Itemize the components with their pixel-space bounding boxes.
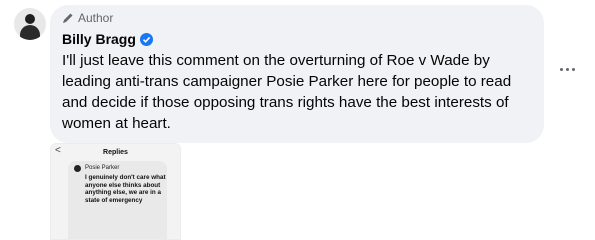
author-badge: Author [62, 11, 113, 25]
verified-badge-icon [139, 32, 153, 46]
author-badge-label: Author [78, 11, 114, 25]
reply-text: I genuinely don't care what anyone else … [85, 174, 166, 204]
reply-author: Posie Parker [85, 165, 120, 171]
pencil-icon [62, 12, 74, 24]
commenter-avatar[interactable] [14, 8, 46, 40]
reply-avatar [74, 165, 81, 172]
avatar-head [25, 14, 35, 24]
author-name[interactable]: Billy Bragg [62, 31, 136, 47]
attachment-title: Replies [103, 149, 128, 156]
avatar-body [20, 25, 40, 40]
reply-card: Posie Parker I genuinely don't care what… [68, 161, 167, 239]
comment-bubble: Author Billy Bragg I'll just leave this … [50, 5, 544, 143]
more-options-icon[interactable] [560, 66, 576, 74]
attached-screenshot[interactable]: < Replies Posie Parker I genuinely don't… [50, 143, 181, 240]
comment-text: I'll just leave this comment on the over… [62, 52, 512, 132]
